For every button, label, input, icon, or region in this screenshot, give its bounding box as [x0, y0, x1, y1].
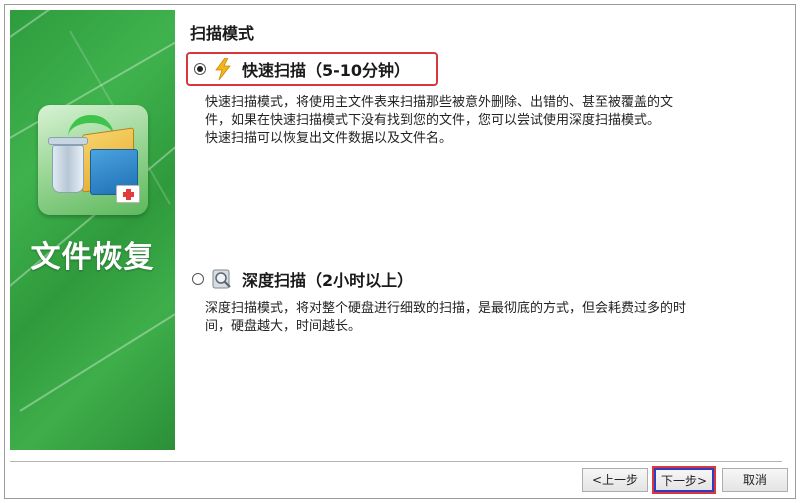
lightning-icon: [215, 58, 231, 80]
section-title: 扫描模式: [190, 24, 255, 43]
quick-scan-option[interactable]: 快速扫描（5-10分钟）: [186, 52, 438, 86]
deep-scan-description: 深度扫描模式，将对整个硬盘进行细致的扫描，是最彻底的方式，但会耗费过多的时 间，…: [205, 300, 780, 336]
description-line: 件，如果在快速扫描模式下没有找到您的文件，您可以尝试使用深度扫描模式。: [205, 113, 661, 128]
side-banner: 文件恢复: [10, 10, 175, 450]
description-line: 间，硬盘越大，时间越长。: [205, 319, 362, 334]
deep-scan-option[interactable]: 深度扫描（2小时以上）: [186, 262, 446, 296]
deep-scan-label: 深度扫描（2小时以上）: [242, 271, 414, 290]
file-recovery-app-icon: [38, 105, 148, 215]
prev-button[interactable]: <上一步: [582, 468, 648, 492]
quick-scan-label: 快速扫描（5-10分钟）: [242, 61, 411, 80]
magnifier-disk-icon: [212, 269, 231, 289]
next-button[interactable]: 下一步>: [654, 468, 714, 492]
deep-scan-radio[interactable]: [192, 273, 204, 285]
quick-scan-radio[interactable]: [194, 63, 206, 75]
description-line: 快速扫描可以恢复出文件数据以及文件名。: [205, 131, 453, 146]
banner-title: 文件恢复: [30, 240, 155, 275]
description-line: 快速扫描模式，将使用主文件表来扫描那些被意外删除、出错的、甚至被覆盖的文: [205, 95, 674, 110]
quick-scan-description: 快速扫描模式，将使用主文件表来扫描那些被意外删除、出错的、甚至被覆盖的文 件，如…: [205, 94, 780, 148]
footer-separator: [10, 461, 782, 462]
description-line: 深度扫描模式，将对整个硬盘进行细致的扫描，是最彻底的方式，但会耗费过多的时: [205, 301, 687, 316]
cancel-button[interactable]: 取消: [722, 468, 788, 492]
